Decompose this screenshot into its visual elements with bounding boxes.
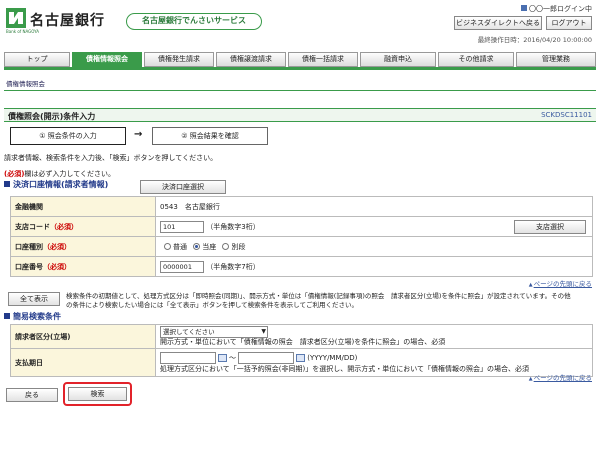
simple-search-table: 請求者区分(立場) 選択してください ▼ 開示方式・単位において「債権情報の照会 … — [10, 324, 593, 377]
tab-claim-issue[interactable]: 債権発生請求 — [144, 52, 214, 67]
tab-other[interactable]: その他請求 — [438, 52, 514, 67]
branch-select-button[interactable]: 支店選択 — [514, 220, 586, 234]
branch-hint: （半角数字3桁） — [206, 222, 260, 231]
search-button[interactable]: 検索 — [68, 387, 127, 401]
due-date-label: 支払期日 — [10, 348, 156, 377]
main-tabs: トップ 債権情報照会 債権発生請求 債権譲渡請求 債権一括請求 融資申込 その他… — [4, 52, 596, 70]
tab-top[interactable]: トップ — [4, 52, 70, 67]
date-format-hint: (YYYY/MM/DD) — [307, 353, 358, 362]
breadcrumb[interactable]: 債権情報照会 — [6, 78, 45, 88]
due-date-to-input[interactable] — [238, 351, 295, 364]
bank-label: 金融機関 — [10, 196, 156, 217]
bank-logo-icon — [6, 8, 26, 28]
page-top-link[interactable]: ページの先頭に戻る — [529, 372, 592, 382]
step-input-conditions: ① 照会条件の入力 — [10, 127, 126, 145]
branch-code-input[interactable]: 101 — [160, 220, 204, 233]
bank-name-sub: Bank of NAGOYA — [6, 29, 40, 34]
radio-label-savings: 普通 — [173, 242, 187, 251]
account-number-hint: （半角数字7桁） — [206, 262, 260, 271]
due-date-cell: ～ (YYYY/MM/DD) 処理方式区分において「一括予約照会(非同期)」を選… — [155, 348, 593, 377]
simple-search-heading: 簡易検索条件 — [4, 311, 61, 322]
due-date-from-input[interactable] — [160, 351, 216, 364]
page-top-link[interactable]: ページの先頭に戻る — [529, 278, 592, 288]
login-user: 〇〇一郎ログイン中 — [521, 4, 592, 14]
calendar-icon[interactable] — [218, 353, 227, 362]
back-button[interactable]: 戻る — [6, 388, 58, 402]
business-direct-button[interactable]: ビジネスダイレクトへ戻る — [454, 16, 542, 30]
user-icon — [521, 5, 527, 11]
logout-button[interactable]: ログアウト — [546, 16, 592, 30]
divider — [4, 90, 596, 91]
tab-claim-bulk[interactable]: 債権一括請求 — [288, 52, 358, 67]
instruction-text: 請求者情報、検索条件を入力後、「検索」ボタンを押してください。 — [4, 154, 218, 162]
requester-role-note: 開示方式・単位において「債権情報の照会 請求者区分(立場)を条件に照会」の場合、… — [160, 338, 446, 346]
account-type-label: 口座種別（必須） — [10, 236, 156, 257]
settlement-section-heading: 決済口座情報(請求者情報) — [4, 179, 108, 190]
tab-loan[interactable]: 融資申込 — [360, 52, 436, 67]
tab-claim-transfer[interactable]: 債権譲渡請求 — [216, 52, 286, 67]
account-type-cell: 普通 当座 別段 — [155, 236, 593, 257]
settlement-table: 金融機関 0543 名古屋銀行 支店コード（必須） 101 （半角数字3桁） 支… — [10, 196, 593, 277]
bank-value: 0543 名古屋銀行 — [155, 196, 593, 217]
requester-role-cell: 選択してください ▼ 開示方式・単位において「債権情報の照会 請求者区分(立場)を… — [155, 324, 593, 349]
step-confirm-results: ② 照会結果を確認 — [152, 127, 268, 145]
account-type-radio-special[interactable] — [222, 243, 230, 250]
tab-claim-inquiry[interactable]: 債権情報照会 — [72, 52, 142, 67]
section-bullet-icon — [4, 313, 10, 319]
bank-name: 名古屋銀行 — [30, 13, 105, 29]
section-bullet-icon — [4, 181, 10, 187]
show-all-button[interactable]: 全て表示 — [8, 292, 60, 306]
due-date-note: 処理方式区分において「一括予約照会(非同期)」を選択し、開示方式・単位において「… — [160, 364, 530, 373]
calendar-icon[interactable] — [296, 353, 306, 362]
requester-role-label: 請求者区分(立場) — [10, 324, 156, 349]
branch-cell: 101 （半角数字3桁） 支店選択 — [155, 216, 593, 237]
radio-label-current: 当座 — [202, 242, 217, 251]
account-number-input[interactable]: 0000001 — [160, 260, 204, 273]
show-all-note: 検索条件の初期値として、処理方式区分は「即時照会(同期)」、開示方式・単位は「債… — [66, 292, 571, 309]
account-type-radio-savings[interactable] — [164, 243, 171, 250]
select-account-button[interactable]: 決済口座選択 — [140, 180, 226, 194]
service-name: 名古屋銀行でんさいサービス — [126, 13, 262, 30]
page-title-bar: 債権照会(開示)条件入力 SCKDSC11101 — [4, 108, 596, 122]
tab-admin[interactable]: 管理業務 — [516, 52, 596, 67]
step-arrow: → — [134, 129, 143, 140]
chevron-down-icon: ▼ — [261, 328, 266, 335]
required-note: (必須)欄は必ず入力してください。 — [4, 170, 115, 178]
last-operation-time: 最終操作日時：2016/04/20 10:00:00 — [477, 36, 592, 44]
screen-id: SCKDSC11101 — [541, 111, 592, 119]
requester-role-select[interactable]: 選択してください ▼ — [160, 326, 268, 338]
account-number-cell: 0000001 （半角数字7桁） — [155, 256, 593, 277]
account-number-label: 口座番号（必須） — [10, 256, 156, 277]
date-range-separator: ～ — [229, 353, 236, 362]
account-type-radio-current[interactable] — [193, 243, 201, 250]
radio-label-special: 別段 — [231, 242, 246, 251]
page-title: 債権照会(開示)条件入力 — [8, 112, 96, 121]
branch-label: 支店コード（必須） — [10, 216, 156, 237]
